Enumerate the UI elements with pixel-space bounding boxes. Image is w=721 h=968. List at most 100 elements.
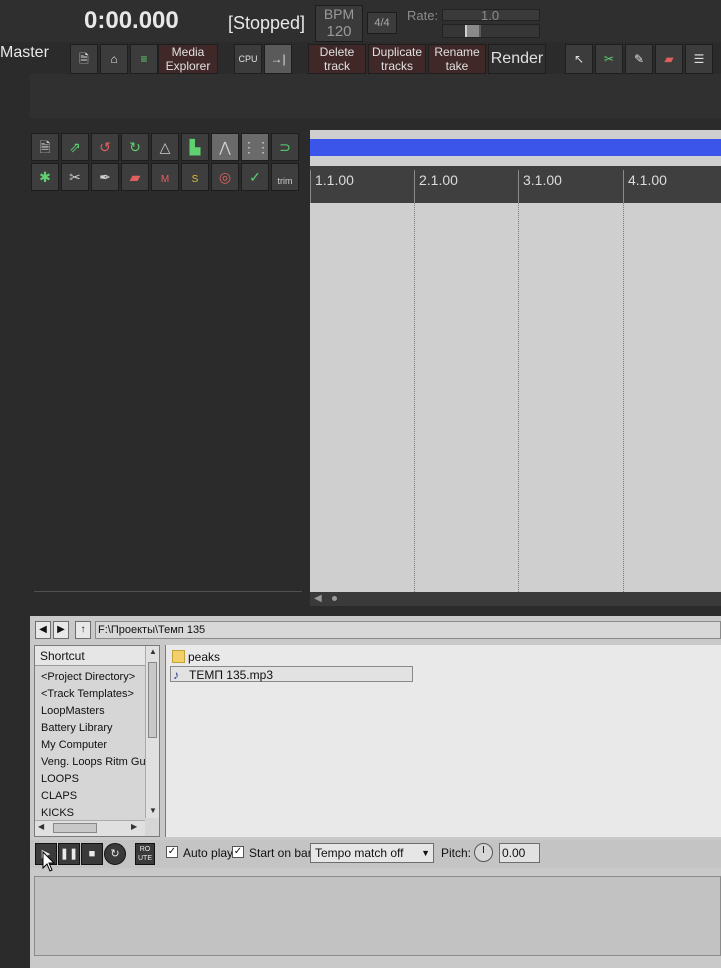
bpm-label: BPM bbox=[323, 6, 355, 22]
magnet-icon: ⊃ bbox=[279, 139, 291, 155]
envelope-icon: ⋀ bbox=[219, 139, 231, 155]
mixer-button[interactable]: ≡ bbox=[130, 44, 158, 74]
mute-button[interactable]: M bbox=[151, 163, 179, 191]
stop-button[interactable]: ■ bbox=[81, 843, 103, 865]
scroll-down-icon[interactable]: ▼ bbox=[149, 806, 157, 815]
delete-track-button[interactable]: Delete track bbox=[308, 44, 366, 74]
route-label: RO UTE bbox=[138, 846, 152, 862]
route-button[interactable]: RO UTE bbox=[135, 843, 155, 865]
shortcut-item[interactable]: Battery Library bbox=[41, 722, 145, 734]
solo-button[interactable]: S bbox=[181, 163, 209, 191]
shortcut-item[interactable]: LOOPS bbox=[41, 773, 145, 785]
document-star-icon: 🗎 bbox=[39, 139, 51, 155]
scroll-left-icon[interactable]: ◀ bbox=[38, 822, 44, 831]
timeline-tick bbox=[623, 170, 624, 203]
group-button[interactable]: ▙ bbox=[181, 133, 209, 161]
check-icon: ✓ bbox=[167, 846, 177, 857]
time-signature[interactable]: 4/4 bbox=[367, 12, 397, 34]
performance-meter-button[interactable]: CPU bbox=[234, 44, 262, 74]
shortcut-item[interactable]: KICKS bbox=[41, 807, 145, 819]
pause-icon: ❚❚ bbox=[59, 848, 79, 860]
shortcut-horizontal-scrollbar[interactable]: ◀ ▶ bbox=[35, 820, 145, 836]
scroll-thumb[interactable] bbox=[148, 662, 157, 738]
pitch-knob[interactable] bbox=[474, 843, 493, 862]
master-label[interactable]: Master bbox=[0, 44, 49, 62]
file-list-item[interactable]: peaks bbox=[170, 649, 220, 665]
record-arm-button[interactable]: ✱ bbox=[31, 163, 59, 191]
shortcut-item[interactable]: My Computer bbox=[41, 739, 145, 751]
check-button[interactable]: ✓ bbox=[241, 163, 269, 191]
eraser-tool-button[interactable]: ▰ bbox=[655, 44, 683, 74]
scroll-thumb[interactable] bbox=[53, 823, 97, 833]
metronome-button[interactable]: △ bbox=[151, 133, 179, 161]
pitch-input[interactable]: 0.00 bbox=[499, 843, 540, 863]
shortcut-header[interactable]: Shortcut bbox=[35, 646, 145, 666]
render-button[interactable]: Render bbox=[488, 44, 546, 74]
shortcut-vertical-scrollbar[interactable]: ▲ ▼ bbox=[145, 646, 159, 818]
rename-take-button[interactable]: Rename take bbox=[428, 44, 486, 74]
path-input[interactable]: F:\Проекты\Темп 135 bbox=[95, 621, 721, 639]
repeat-button[interactable]: ↻ bbox=[104, 843, 126, 865]
shortcut-item[interactable]: <Project Directory> bbox=[41, 671, 145, 683]
snap-button[interactable]: ⊃ bbox=[271, 133, 299, 161]
cut-items-button[interactable]: ✂ bbox=[61, 163, 89, 191]
loop-forward-button[interactable]: ↻ bbox=[121, 133, 149, 161]
duplicate-tracks-button[interactable]: Duplicate tracks bbox=[368, 44, 426, 74]
new-project-button[interactable]: 🗎 bbox=[70, 44, 98, 74]
erase-button[interactable]: ▰ bbox=[121, 163, 149, 191]
file-list-item[interactable]: ♪ ТЕМП 135.mp3 bbox=[170, 666, 413, 682]
arrange-horizontal-scrollbar[interactable]: ◀ bbox=[310, 592, 721, 606]
split-tool-button[interactable]: ✂ bbox=[595, 44, 623, 74]
shortcut-item[interactable]: CLAPS bbox=[41, 790, 145, 802]
pencil-icon: ✎ bbox=[633, 52, 645, 66]
envelope-button[interactable]: ⋀ bbox=[211, 133, 239, 161]
trim-button[interactable]: trim bbox=[271, 163, 299, 191]
waveform-preview-area[interactable] bbox=[34, 876, 721, 956]
group-icon: ▙ bbox=[189, 139, 201, 155]
scroll-right-icon[interactable]: ▶ bbox=[131, 822, 137, 831]
shortcut-item[interactable]: LoopMasters bbox=[41, 705, 145, 717]
up-folder-button[interactable]: ↑ bbox=[75, 621, 91, 639]
duplicate-tracks-label-2: tracks bbox=[380, 59, 413, 73]
shortcut-item[interactable]: <Track Templates> bbox=[41, 688, 145, 700]
layers-button[interactable]: ◎ bbox=[211, 163, 239, 191]
forward-arrow-icon: ▶ bbox=[57, 624, 65, 635]
forward-button[interactable]: ▶ bbox=[53, 621, 69, 639]
pencil-tool-button[interactable]: ✎ bbox=[625, 44, 653, 74]
shortcut-item[interactable]: Veng. Loops Ritm Gu bbox=[41, 756, 145, 768]
loop-region-bar[interactable] bbox=[310, 139, 721, 156]
auto-play-checkbox[interactable]: ✓ bbox=[166, 846, 178, 858]
pause-button[interactable]: ❚❚ bbox=[58, 843, 80, 865]
select-tool-button[interactable]: ↖ bbox=[565, 44, 593, 74]
rate-slider[interactable] bbox=[442, 24, 540, 38]
loop-reverse-button[interactable]: ↺ bbox=[91, 133, 119, 161]
delete-track-label-1: Delete bbox=[319, 45, 355, 59]
folder-icon bbox=[172, 650, 185, 663]
rate-slider-thumb[interactable] bbox=[465, 25, 481, 37]
draw-button[interactable]: ✒ bbox=[91, 163, 119, 191]
file-name: peaks bbox=[188, 650, 221, 664]
snap-to-cursor-button[interactable]: →| bbox=[264, 44, 292, 74]
tempo-match-select[interactable]: Tempo match off ▼ bbox=[310, 843, 434, 863]
grid-line bbox=[414, 203, 415, 592]
media-explorer-button[interactable]: Media Explorer bbox=[158, 44, 218, 74]
scroll-thumb[interactable] bbox=[332, 596, 337, 601]
eraser-red-icon: ▰ bbox=[129, 169, 141, 185]
bpm-display[interactable]: BPM 120 bbox=[315, 5, 363, 42]
new-item-button[interactable]: 🗎 bbox=[31, 133, 59, 161]
glue-button[interactable]: ⇗ bbox=[61, 133, 89, 161]
burst-icon: ✱ bbox=[39, 169, 51, 185]
reaper-window: 0:00.000 [Stopped] BPM 120 4/4 Rate: 1.0… bbox=[0, 0, 721, 968]
start-on-bar-checkbox[interactable]: ✓ bbox=[232, 846, 244, 858]
timeline-tick bbox=[310, 170, 311, 203]
grid-line bbox=[518, 203, 519, 592]
back-button[interactable]: ◀ bbox=[35, 621, 51, 639]
project-settings-button[interactable]: ⌂ bbox=[100, 44, 128, 74]
grid-button[interactable]: ⋮⋮ bbox=[241, 133, 270, 161]
tracks-view-button[interactable]: ☰ bbox=[685, 44, 713, 74]
edit-icon: ⇗ bbox=[69, 139, 81, 155]
track-control-panel[interactable] bbox=[30, 130, 309, 608]
scroll-left-icon[interactable]: ◀ bbox=[314, 593, 322, 604]
scroll-up-icon[interactable]: ▲ bbox=[149, 647, 157, 656]
time-display[interactable]: 0:00.000 bbox=[84, 7, 179, 35]
